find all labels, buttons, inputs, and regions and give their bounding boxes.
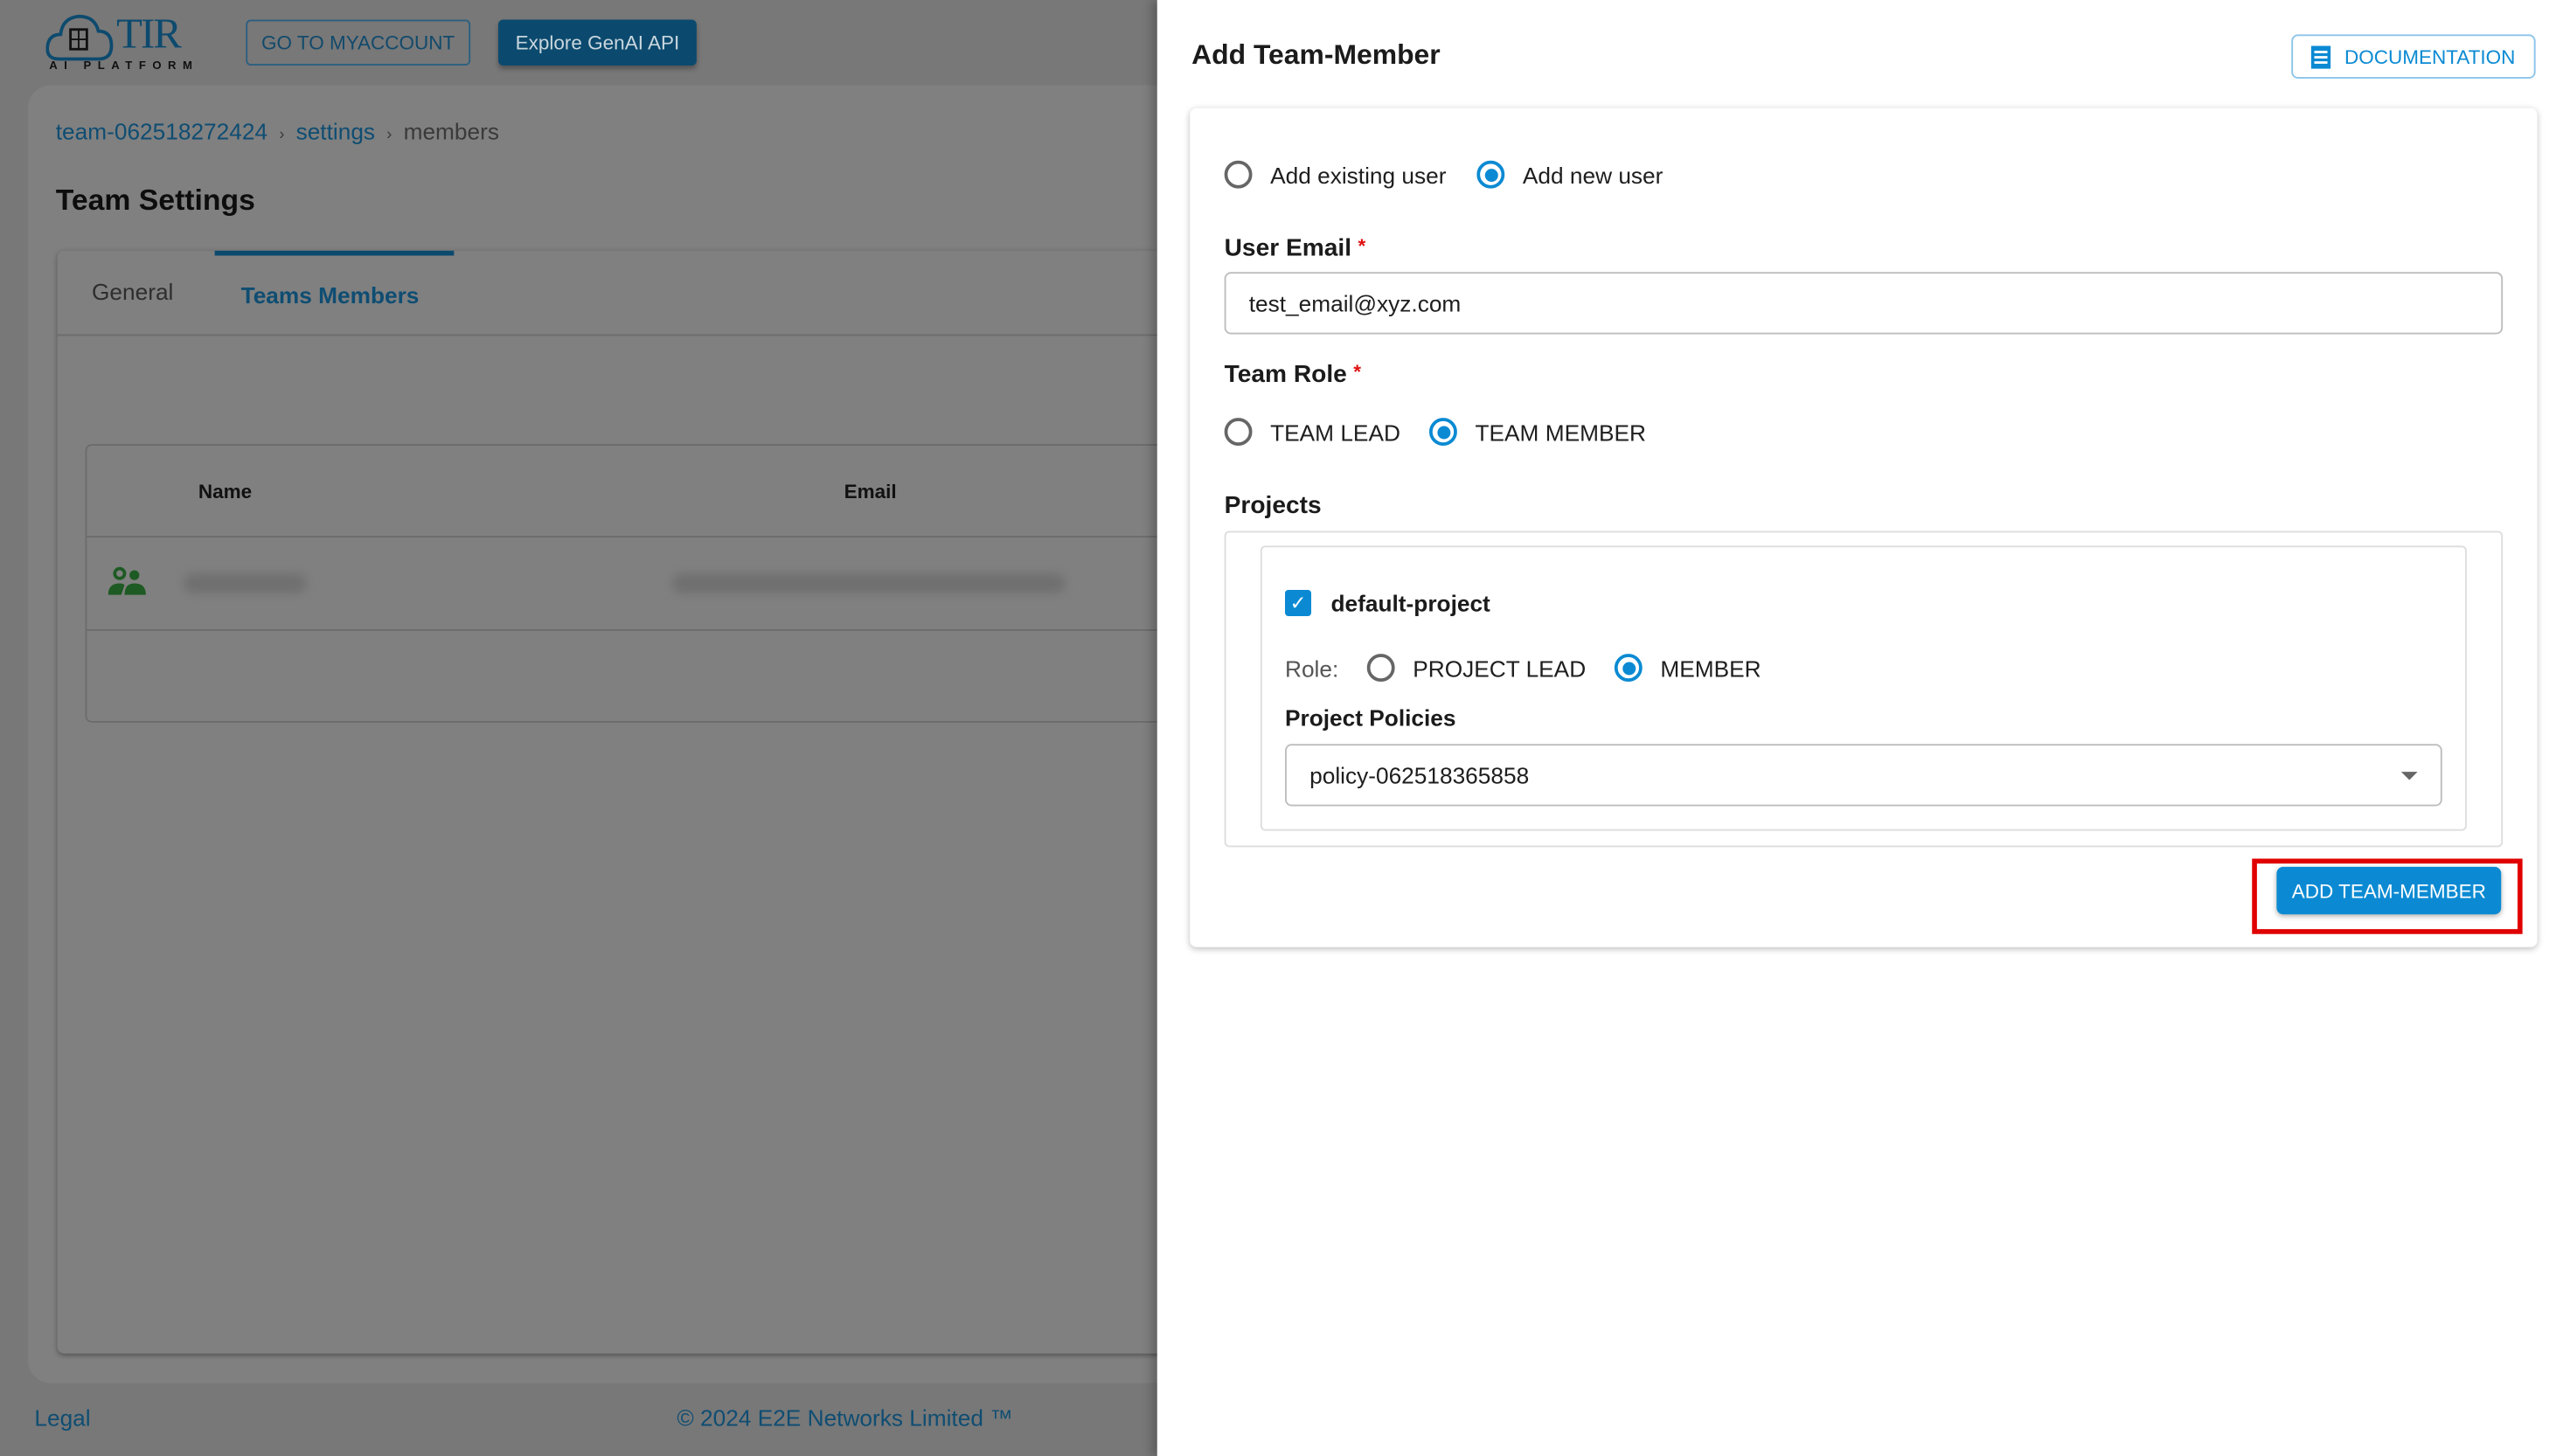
radio-team-lead[interactable] (1224, 418, 1253, 446)
breadcrumb-separator: › (386, 126, 392, 144)
team-role-label: Team Role * (1225, 361, 1361, 389)
explore-genai-api-button[interactable]: Explore GenAI API (498, 19, 697, 66)
project-lead-label: PROJECT LEAD (1413, 655, 1587, 682)
member-name-redacted (184, 573, 307, 593)
required-mark: * (1358, 234, 1366, 258)
active-tab-indicator (214, 250, 455, 256)
user-email-label: User Email * (1225, 234, 1366, 262)
project-policy-select[interactable]: policy-062518365858 (1285, 744, 2442, 807)
project-name: default-project (1330, 590, 1490, 616)
column-header-email: Email (844, 480, 897, 503)
column-header-name: Name (198, 480, 253, 503)
breadcrumb: team-062518272424 › settings › members (56, 118, 499, 144)
breadcrumb-members: members (403, 118, 499, 144)
tab-divider (57, 334, 1172, 336)
policy-value: policy-062518365858 (1309, 761, 1530, 788)
cloud-logo-icon (45, 14, 114, 61)
page-title: Team Settings (55, 184, 255, 217)
tir-logo[interactable]: TIR AI PLATFORM (45, 10, 211, 75)
check-icon: ✓ (1289, 591, 1307, 615)
breadcrumb-separator: › (279, 126, 285, 144)
project-policies-label: Project Policies (1285, 704, 1456, 731)
user-email-input[interactable]: test_email@xyz.com (1224, 272, 2504, 335)
settings-card (57, 250, 1172, 1354)
radio-add-new-user[interactable] (1476, 160, 1505, 189)
user-email-label-text: User Email (1224, 234, 1352, 262)
add-existing-user-label: Add existing user (1270, 162, 1447, 189)
member-email-redacted (671, 573, 1066, 593)
project-checkbox[interactable]: ✓ (1285, 590, 1311, 616)
team-role-label-text: Team Role (1224, 360, 1347, 389)
documentation-label: DOCUMENTATION (2344, 45, 2516, 68)
radio-add-existing-user[interactable] (1224, 160, 1253, 189)
project-member-label: MEMBER (1660, 655, 1761, 682)
team-member-label: TEAM MEMBER (1475, 419, 1646, 446)
group-icon (108, 565, 151, 607)
add-team-member-button[interactable]: ADD TEAM-MEMBER (2276, 866, 2502, 915)
breadcrumb-settings[interactable]: settings (296, 118, 375, 144)
tab-general[interactable]: General (92, 279, 173, 305)
row-divider (85, 629, 1167, 631)
radio-project-lead[interactable] (1366, 654, 1395, 682)
team-lead-label: TEAM LEAD (1270, 419, 1400, 446)
tab-teams-members[interactable]: Teams Members (241, 282, 420, 309)
drawer-title: Add Team-Member (1191, 39, 1441, 71)
add-new-user-label: Add new user (1522, 162, 1664, 189)
legal-link[interactable]: Legal (34, 1404, 90, 1431)
documentation-button[interactable]: DOCUMENTATION (2291, 34, 2536, 79)
projects-label: Projects (1224, 491, 1322, 520)
document-icon (2311, 45, 2331, 68)
row-divider (85, 536, 1167, 537)
role-label: Role: (1285, 655, 1339, 682)
breadcrumb-team[interactable]: team-062518272424 (56, 118, 267, 144)
required-mark: * (1353, 360, 1362, 384)
go-to-myaccount-button[interactable]: GO TO MYACCOUNT (246, 19, 471, 66)
radio-team-member[interactable] (1429, 418, 1457, 446)
radio-project-member[interactable] (1614, 654, 1643, 682)
copyright-text: © 2024 E2E Networks Limited ™ (677, 1404, 1013, 1431)
dropdown-arrow-icon (2400, 772, 2418, 780)
